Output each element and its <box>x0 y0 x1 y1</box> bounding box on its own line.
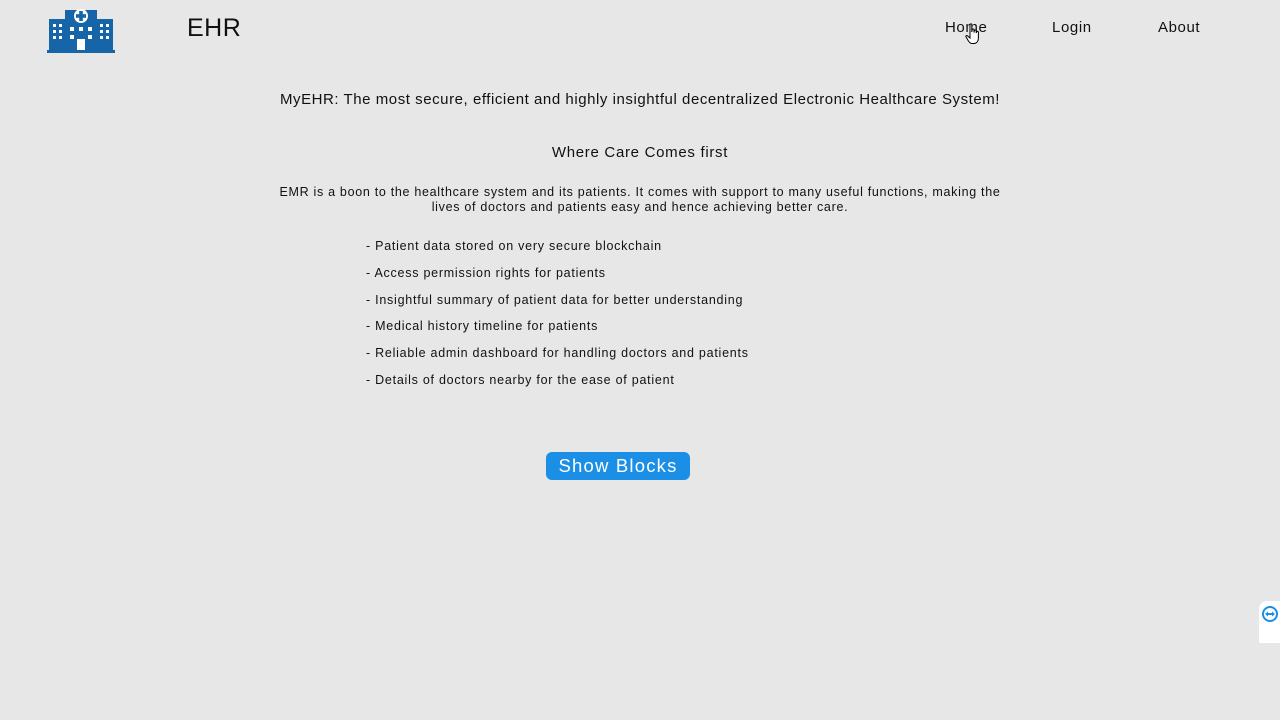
nav-about-link[interactable]: About <box>1158 19 1200 36</box>
show-blocks-button[interactable]: Show Blocks <box>546 452 690 480</box>
intro-paragraph: EMR is a boon to the healthcare system a… <box>279 185 1001 214</box>
feature-list: - Patient data stored on very secure blo… <box>366 238 749 399</box>
feature-item: - Insightful summary of patient data for… <box>366 292 744 307</box>
feature-item: - Patient data stored on very secure blo… <box>366 239 662 253</box>
tagline: MyEHR: The most secure, efficient and hi… <box>279 91 1001 108</box>
main-nav: Home Login About <box>0 19 1280 39</box>
header: EHR Home Login About <box>0 0 1280 60</box>
remote-support-icon <box>1262 606 1278 622</box>
feature-item: - Reliable admin dashboard for handling … <box>366 346 749 361</box>
subtitle: Where Care Comes first <box>551 144 729 161</box>
feature-item: - Access permission rights for patients <box>366 265 606 280</box>
nav-login-link[interactable]: Login <box>1052 19 1092 36</box>
feature-item: - Details of doctors nearby for the ease… <box>366 372 675 387</box>
remote-support-widget[interactable] <box>1259 601 1280 643</box>
hand-cursor-icon <box>965 23 981 45</box>
feature-item: - Medical history timeline for patients <box>366 319 599 334</box>
